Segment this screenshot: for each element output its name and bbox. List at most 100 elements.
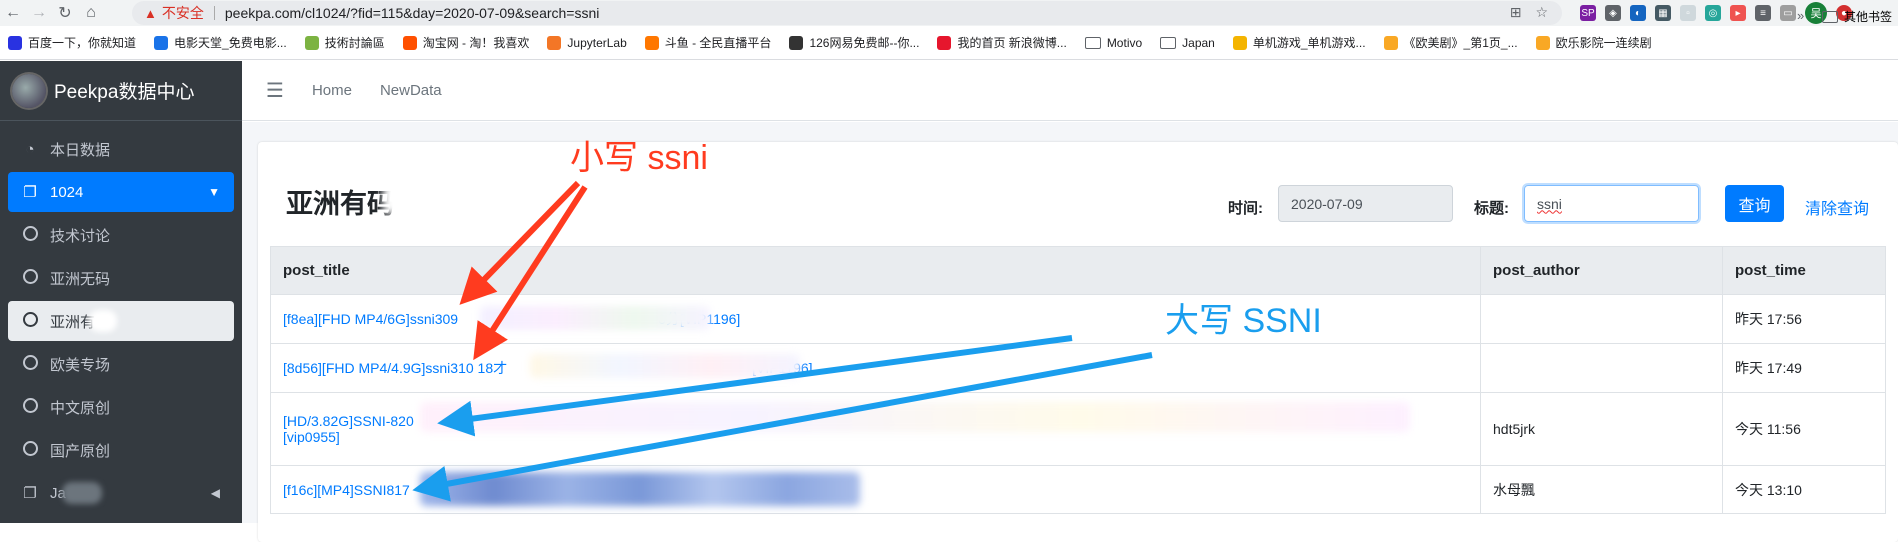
- address-bar[interactable]: ▲ 不安全 peekpa.com/cl1024/?fid=115&day=202…: [132, 1, 1562, 25]
- bookmark-item[interactable]: Motivo: [1084, 35, 1143, 50]
- post-title-link[interactable]: [HD/3.82G]SSNI-820 [vip0955]: [283, 413, 414, 445]
- bookmarks-more-icon[interactable]: »: [1797, 8, 1804, 23]
- favicon-icon: [1232, 35, 1247, 50]
- clear-query-button[interactable]: 清除查询: [1805, 195, 1869, 219]
- annotation-uppercase: 大写 SSNI: [1165, 302, 1322, 340]
- bookmark-item[interactable]: 欧乐影院一连续剧: [1535, 34, 1652, 51]
- sidebar-item-tech[interactable]: 技术讨论: [8, 215, 234, 255]
- date-field[interactable]: 2020-07-09: [1278, 185, 1453, 222]
- top-navbar: ☰ Home NewData: [242, 61, 1898, 121]
- sidebar: Peekpa数据中心 ◔ 本日数据 ❐ 1024 ▼ 技术讨论 亚洲无码 亚洲有…: [0, 61, 242, 523]
- sidebar-item-chinese-original[interactable]: 中文原创: [8, 387, 234, 427]
- warning-icon: ▲: [144, 5, 157, 21]
- folder-icon: [1160, 36, 1177, 49]
- brand-logo: [12, 73, 46, 108]
- bookmark-label: 斗鱼 - 全民直播平台: [664, 36, 772, 50]
- circle-icon: [20, 268, 40, 288]
- favicon-icon: [8, 35, 22, 50]
- post-time-cell: 昨天 17:49: [1722, 343, 1886, 393]
- translate-icon[interactable]: ⊞: [1510, 4, 1522, 21]
- brand-title: Peekpa数据中心: [54, 82, 195, 103]
- bookmark-item[interactable]: 单机游戏_单机游戏...: [1232, 34, 1366, 51]
- bookmark-item[interactable]: 斗鱼 - 全民直播平台: [644, 34, 772, 51]
- sidebar-item-western[interactable]: 欧美专场: [8, 344, 234, 384]
- bookmark-item[interactable]: 技術討論區: [304, 34, 385, 51]
- nav-link-home[interactable]: Home: [312, 82, 352, 99]
- copy-icon: ❐: [23, 485, 37, 502]
- favicon-icon: [1535, 35, 1550, 50]
- bookmark-label: 欧乐影院一连续剧: [1555, 36, 1652, 50]
- sidebar-item-asia-uncensored[interactable]: 亚洲无码: [8, 258, 234, 298]
- bookmark-item[interactable]: Japan: [1160, 36, 1215, 50]
- bookmark-label: JupyterLab: [567, 35, 627, 50]
- url-text: peekpa.com/cl1024/?fid=115&day=2020-07-0…: [224, 5, 600, 21]
- sidebar-item-label: 中文原创: [50, 399, 111, 417]
- bookmark-item[interactable]: 126网易免费邮--你...: [789, 34, 919, 51]
- circle-icon: [20, 311, 40, 331]
- post-time-cell: 今天 13:10: [1722, 465, 1886, 514]
- brand-link[interactable]: Peekpa数据中心: [0, 61, 242, 121]
- sidebar-item-domestic-original[interactable]: 国产原创: [8, 430, 234, 470]
- sidebar-item-1024[interactable]: ❐ 1024 ▼: [8, 172, 234, 212]
- nav-link-newdata[interactable]: NewData: [380, 82, 442, 99]
- sidebar-item-today-data[interactable]: ◔ 本日数据: [8, 129, 234, 169]
- sidebar-item-label: 1024: [50, 183, 84, 201]
- extension-icon[interactable]: ▫: [1680, 5, 1696, 21]
- favicon-icon: [1383, 35, 1398, 50]
- bookmark-label: 电影天堂_免费电影...: [174, 36, 287, 50]
- hamburger-menu-icon[interactable]: ☰: [266, 78, 284, 103]
- redaction: [530, 354, 800, 378]
- post-title-link[interactable]: [f16c][MP4]SSNI817: [283, 482, 410, 498]
- reload-icon[interactable]: ↻: [52, 0, 78, 26]
- favicon-icon: [154, 35, 169, 50]
- extension-icon[interactable]: SP: [1580, 5, 1596, 21]
- bookmark-label: 百度一下，你就知道: [28, 36, 137, 50]
- shield-icon[interactable]: ◈: [1605, 5, 1621, 21]
- back-icon[interactable]: ←: [0, 0, 26, 26]
- favicon-icon: [644, 35, 659, 50]
- redaction: [89, 310, 118, 332]
- query-button[interactable]: 查询: [1725, 185, 1784, 222]
- sidebar-item-ja[interactable]: ❐ Ja ◀: [8, 473, 234, 513]
- sidebar-item-asia-censored[interactable]: 亚洲有: [8, 301, 234, 341]
- bookmark-label: 我的首页 新浪微博...: [957, 36, 1067, 50]
- favicon-icon: [937, 35, 952, 50]
- bookmark-item[interactable]: 我的首页 新浪微博...: [937, 34, 1067, 51]
- table-row: [8d56][FHD MP4/4.9G]ssni310 18才[VIP1196]…: [270, 343, 1886, 393]
- extension-icon[interactable]: ◐: [1630, 5, 1646, 21]
- chevron-down-icon: ▼: [208, 185, 220, 199]
- bookmark-item[interactable]: 电影天堂_免费电影...: [154, 34, 287, 51]
- extensions-bar: SP ◈ ◐ ▦ ▫ ◎ ▸ ≡ ▭ 吴 ●: [1580, 2, 1852, 24]
- redaction: [480, 306, 710, 330]
- bookmark-star-icon[interactable]: ☆: [1535, 4, 1548, 21]
- home-icon[interactable]: ⌂: [78, 0, 104, 26]
- other-bookmarks[interactable]: 其他书签: [1822, 8, 1892, 25]
- circle-icon: [20, 225, 40, 245]
- sidebar-item-label: 亚洲无码: [50, 270, 111, 288]
- extension-icon[interactable]: ▸: [1730, 5, 1746, 21]
- menu-lines-icon[interactable]: ≡: [1755, 5, 1771, 21]
- bookmark-label: 126网易免费邮--你...: [809, 36, 920, 50]
- circle-icon: [20, 397, 40, 417]
- favicon-icon: [789, 35, 804, 50]
- extension-icon[interactable]: ◎: [1705, 5, 1721, 21]
- bookmark-item[interactable]: 《欧美剧》_第1页_...: [1383, 34, 1518, 51]
- qr-icon[interactable]: ▦: [1655, 5, 1671, 21]
- favicon-icon: [402, 35, 417, 50]
- security-label: 不安全: [161, 5, 204, 21]
- extension-icon[interactable]: ▭: [1780, 5, 1796, 21]
- bookmark-label: Motivo: [1106, 35, 1143, 50]
- bookmark-item[interactable]: 淘宝网 - 淘！我喜欢: [402, 34, 529, 51]
- browser-toolbar: ← → ↻ ⌂ ▲ 不安全 peekpa.com/cl1024/?fid=115…: [0, 0, 1898, 26]
- table-header-row: post_title post_author post_time: [270, 246, 1886, 295]
- other-bookmarks-label: 其他书签: [1844, 10, 1893, 24]
- forward-icon[interactable]: →: [26, 0, 52, 26]
- search-input[interactable]: ssni: [1524, 185, 1699, 222]
- dashboard-icon: ◔: [25, 140, 35, 158]
- post-author-cell: [1480, 343, 1723, 393]
- bookmark-item[interactable]: 百度一下，你就知道: [8, 34, 136, 51]
- post-author-cell: [1480, 294, 1723, 344]
- bookmark-item[interactable]: JupyterLab: [547, 35, 627, 50]
- bookmarks-bar: 百度一下，你就知道 电影天堂_免费电影... 技術討論區 淘宝网 - 淘！我喜欢 Jup…: [0, 26, 1898, 60]
- copy-icon: ❐: [23, 184, 37, 201]
